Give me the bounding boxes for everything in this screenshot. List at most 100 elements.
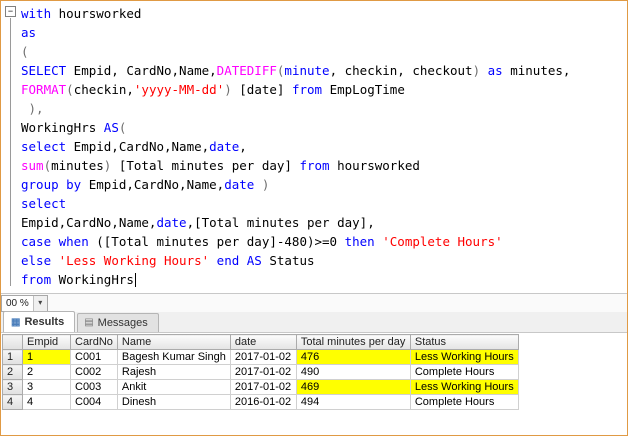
code-token: ( — [43, 158, 52, 173]
column-header[interactable]: date — [229, 334, 297, 350]
row-number-cell[interactable]: 2 — [2, 364, 23, 380]
code-token: 'Complete Hours' — [374, 234, 503, 249]
grid-cell[interactable]: 2016-01-02 — [229, 394, 297, 410]
header-row: Empid CardNo Name date Total minutes per day… — [2, 334, 519, 350]
grid-cell[interactable]: 469 — [295, 379, 411, 395]
grid-cell[interactable]: Rajesh — [116, 364, 231, 380]
grid-cell[interactable]: C001 — [70, 349, 118, 365]
editor-gutter: − — [1, 1, 21, 293]
code-token: end AS — [209, 253, 262, 268]
grid-cell[interactable]: Less Working Hours — [409, 379, 519, 395]
grid-cell[interactable]: 494 — [295, 394, 411, 410]
column-header[interactable]: Status — [409, 334, 519, 350]
grid-cell[interactable]: 490 — [295, 364, 411, 380]
code-line[interactable]: SELECT Empid, CardNo,Name,DATEDIFF(minut… — [21, 61, 627, 80]
grid-cell[interactable]: C003 — [70, 379, 118, 395]
code-token: DATEDIFF — [216, 63, 277, 78]
grid-cell[interactable]: 2017-01-02 — [229, 379, 297, 395]
column-header[interactable]: Total minutes per day — [295, 334, 411, 350]
code-token: from — [21, 272, 52, 287]
code-token: Empid,CardNo,Name, — [21, 215, 157, 230]
grid-cell[interactable]: 2017-01-02 — [229, 364, 297, 380]
grid-cell[interactable]: Bagesh Kumar Singh — [116, 349, 231, 365]
code-token: select — [21, 139, 67, 154]
code-token: case when — [21, 234, 89, 249]
table-row: 4 4 C004 Dinesh 2016-01-02 494 Complete Hours — [2, 394, 519, 410]
results-grid: Empid CardNo Name date Total minutes per day… — [2, 334, 519, 410]
outline-line — [10, 18, 11, 286]
code-token: minute — [284, 63, 330, 78]
code-token: , checkin, checkout — [329, 63, 473, 78]
code-token: minutes — [51, 158, 104, 173]
results-tabstrip: ▦ Results ▤ Messages — [1, 311, 627, 333]
column-header[interactable]: Name — [116, 334, 231, 350]
code-line[interactable]: group by Empid,CardNo,Name,date ) — [21, 175, 627, 194]
chevron-down-icon[interactable]: ▾ — [32, 295, 47, 311]
code-line[interactable]: with hoursworked — [21, 4, 627, 23]
code-line[interactable]: as — [21, 23, 627, 42]
code-line[interactable]: case when ([Total minutes per day]-480)>… — [21, 232, 627, 251]
table-row: 3 3 C003 Ankit 2017-01-02 469 Less Working Hou… — [2, 379, 519, 395]
grid-cell[interactable]: Complete Hours — [409, 394, 519, 410]
code-token: WorkingHrs — [51, 272, 134, 287]
code-token: AS — [103, 120, 119, 135]
code-token: ) — [254, 177, 270, 192]
grid-cell[interactable]: 4 — [22, 394, 71, 410]
results-pane: Empid CardNo Name date Total minutes per day… — [1, 333, 627, 435]
code-token: sum — [21, 158, 44, 173]
code-token: 'yyyy-MM-dd' — [133, 82, 225, 97]
tab-messages[interactable]: ▤ Messages — [77, 313, 159, 332]
grid-cell[interactable]: 3 — [22, 379, 71, 395]
code-token: as — [480, 63, 503, 78]
grid-header: Empid CardNo Name date Total minutes per day… — [2, 334, 519, 350]
code-token: ) — [472, 63, 481, 78]
code-token: select — [21, 196, 67, 211]
ssms-query-window: − with hoursworked as ( SELECT Empid, CardN… — [0, 0, 628, 436]
code-token: minutes, — [502, 63, 571, 78]
grid-cell[interactable]: 2017-01-02 — [229, 349, 297, 365]
row-number-cell[interactable]: 3 — [2, 379, 23, 395]
sql-editor[interactable]: − with hoursworked as ( SELECT Empid, CardN… — [1, 1, 627, 293]
grid-cell[interactable]: Ankit — [116, 379, 231, 395]
code-token: ) — [224, 82, 232, 97]
code-token: from — [299, 158, 330, 173]
zoom-value: 00 % — [6, 297, 29, 309]
code-line[interactable]: select — [21, 194, 627, 213]
code-token: date — [224, 177, 255, 192]
column-header[interactable]: Empid — [22, 334, 71, 350]
code-token: 'Less Working Hours' — [51, 253, 210, 268]
grid-cell[interactable]: Complete Hours — [409, 364, 519, 380]
code-token: checkin, — [73, 82, 134, 97]
row-number-cell[interactable]: 1 — [2, 349, 23, 365]
code-token: Status — [261, 253, 315, 268]
grid-cell[interactable]: 476 — [295, 349, 411, 365]
code-token: as — [21, 25, 37, 40]
grid-cell[interactable]: 1 — [22, 349, 71, 365]
zoom-control[interactable]: 00 % ▾ — [1, 294, 48, 312]
grid-cell[interactable]: C004 — [70, 394, 118, 410]
code-line[interactable]: from WorkingHrs — [21, 270, 627, 289]
grid-cell[interactable]: Less Working Hours — [409, 349, 519, 365]
code-line[interactable]: ( — [21, 42, 627, 61]
code-token: ( — [21, 44, 29, 59]
code-token: Empid, CardNo,Name, — [66, 63, 217, 78]
column-header[interactable]: CardNo — [70, 334, 118, 350]
grid-cell[interactable]: C002 — [70, 364, 118, 380]
code-line[interactable]: FORMAT(checkin,'yyyy-MM-dd') [date] from… — [21, 80, 627, 99]
grid-cell[interactable]: Dinesh — [116, 394, 231, 410]
code-line[interactable]: WorkingHrs AS( — [21, 118, 627, 137]
collapse-region-icon[interactable]: − — [5, 6, 16, 17]
messages-icon: ▤ — [84, 317, 94, 328]
code-line[interactable]: Empid,CardNo,Name,date,[Total minutes pe… — [21, 213, 627, 232]
code-line[interactable]: select Empid,CardNo,Name,date, — [21, 137, 627, 156]
code-line[interactable]: else 'Less Working Hours' end AS Status — [21, 251, 627, 270]
code-token: Empid,CardNo,Name, — [66, 139, 210, 154]
table-row: 1 1 C001 Bagesh Kumar Singh 2017-01-02 476 Les… — [2, 349, 519, 365]
grid-cell[interactable]: 2 — [22, 364, 71, 380]
grid-corner-cell[interactable] — [2, 334, 23, 350]
row-number-cell[interactable]: 4 — [2, 394, 23, 410]
code-line[interactable]: ), — [21, 99, 627, 118]
code-line[interactable]: sum(minutes) [Total minutes per day] fro… — [21, 156, 627, 175]
code-token: [Total minutes per day] — [111, 158, 300, 173]
tab-results[interactable]: ▦ Results — [3, 311, 76, 332]
